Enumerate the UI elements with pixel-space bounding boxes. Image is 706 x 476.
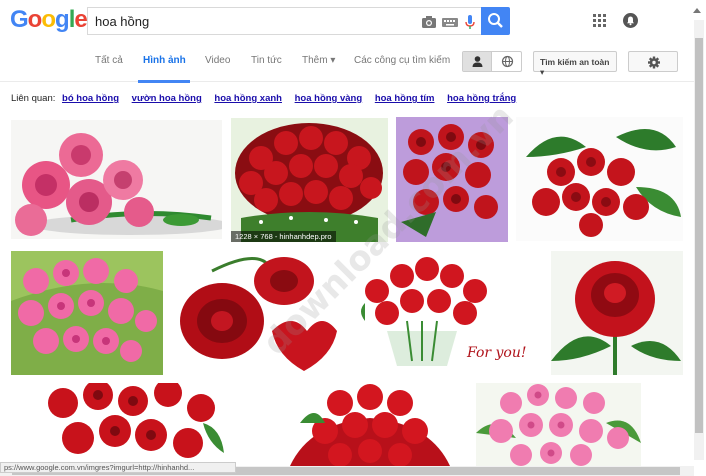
status-url-bar: ps://www.google.com.vn/imgres?imgurl=htt… (0, 462, 236, 473)
search-button[interactable] (481, 7, 510, 35)
scroll-up-arrow-icon[interactable] (690, 4, 704, 18)
search-tabs-bar: Tất cả Hình ảnh Video Tin tức Thêm ▾ Các… (0, 42, 694, 83)
personal-results-toggle (462, 51, 522, 72)
tab-more[interactable]: Thêm ▾ (302, 55, 335, 66)
safe-search-dropdown[interactable]: Tìm kiếm an toàn ▾ (533, 51, 617, 77)
image-result-red-roses-heap[interactable]: 1228 × 768 - hinhanhdep.pro (231, 118, 388, 242)
gear-icon (648, 56, 660, 69)
image-result-red-roses-purple-bg[interactable] (396, 117, 508, 242)
search-icon (488, 13, 503, 28)
tab-images[interactable]: Hình ảnh (143, 55, 186, 66)
global-results-button[interactable] (493, 52, 522, 71)
related-link[interactable]: bó hoa hồng (62, 93, 119, 104)
card-text: For you! (467, 345, 527, 361)
image-result-red-rose-heart[interactable] (172, 251, 338, 375)
image-result-red-roses-vase-for-you[interactable]: For you! (347, 251, 542, 375)
tab-news[interactable]: Tin tức (251, 55, 282, 66)
related-searches: Liên quan: bó hoa hồng vườn hoa hồng hoa… (11, 93, 516, 104)
vertical-scrollbar[interactable] (694, 20, 704, 460)
notifications-icon[interactable] (623, 13, 638, 28)
settings-button[interactable] (628, 51, 678, 72)
logo-letter: e (74, 6, 87, 33)
related-link[interactable]: hoa hồng tím (375, 93, 435, 104)
image-result-pink-roses-bunch[interactable] (11, 251, 163, 375)
related-link[interactable]: hoa hồng trắng (447, 93, 516, 104)
search-input[interactable] (95, 12, 395, 30)
related-link[interactable]: hoa hồng vàng (295, 93, 363, 104)
search-box (87, 7, 481, 35)
logo-letter: o (41, 6, 56, 33)
person-icon (472, 56, 483, 67)
tab-all[interactable]: Tất cả (95, 55, 123, 66)
active-tab-indicator (138, 80, 190, 83)
apps-grid-icon[interactable] (593, 14, 607, 28)
personal-results-button[interactable] (463, 52, 492, 71)
camera-icon[interactable] (421, 14, 437, 30)
related-link[interactable]: vườn hoa hồng (132, 93, 202, 104)
image-result-red-rose-basket[interactable] (280, 383, 460, 466)
mic-icon[interactable] (462, 14, 478, 30)
keyboard-icon[interactable] (442, 14, 458, 30)
logo-letter: G (10, 6, 29, 33)
image-result-pink-roses-garden[interactable] (476, 383, 641, 466)
image-result-red-roses-leaves[interactable] (516, 117, 683, 241)
image-result-single-red-rose[interactable] (551, 251, 683, 375)
globe-icon (501, 55, 514, 68)
image-result-pink-roses-bouquet[interactable] (11, 120, 222, 239)
google-logo[interactable]: Google (10, 6, 88, 34)
related-link[interactable]: hoa hồng xanh (214, 93, 282, 104)
logo-letter: g (55, 6, 70, 33)
vertical-scrollbar-thumb[interactable] (695, 38, 703, 433)
logo-letter: o (27, 6, 43, 33)
tab-video[interactable]: Video (205, 55, 230, 66)
top-bar: Google (0, 0, 706, 42)
tab-search-tools[interactable]: Các công cụ tìm kiếm (354, 55, 450, 66)
related-label: Liên quan: (11, 93, 56, 104)
image-size-caption: 1228 × 768 - hinhanhdep.pro (231, 231, 336, 242)
image-result-red-roses-pile[interactable] (43, 383, 224, 466)
